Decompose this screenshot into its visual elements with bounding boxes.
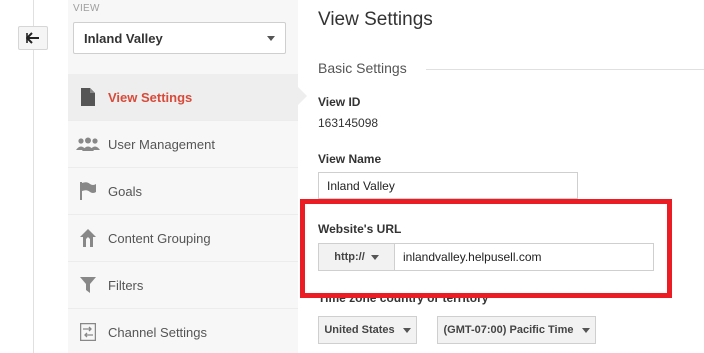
timezone-value: (GMT-07:00) Pacific Time (443, 324, 574, 336)
timezone-select[interactable]: (GMT-07:00) Pacific Time (437, 316, 596, 344)
filter-icon (68, 262, 108, 309)
view-id-value: 163145098 (318, 116, 379, 130)
nav-item-filters[interactable]: Filters (68, 262, 298, 309)
view-name-input[interactable]: Inland Valley (318, 172, 578, 199)
protocol-value: http:// (334, 251, 365, 263)
view-selector-value: Inland Valley (84, 30, 163, 46)
website-url-label: Website's URL (318, 222, 402, 236)
active-item-pointer (298, 87, 307, 105)
nav-item-content-grouping[interactable]: Content Grouping (68, 215, 298, 262)
admin-nav-panel: VIEW Inland Valley View Settings User Ma… (68, 0, 298, 353)
view-column-label: VIEW (73, 3, 100, 14)
users-icon (68, 121, 108, 168)
nav-item-view-settings[interactable]: View Settings (68, 74, 298, 121)
view-selector[interactable]: Inland Valley (73, 22, 286, 54)
page-title: View Settings (318, 9, 433, 30)
section-divider (426, 69, 704, 70)
caret-down-icon (370, 254, 379, 260)
protocol-select[interactable]: http:// (318, 243, 395, 271)
grouping-icon (68, 215, 108, 262)
website-url-input[interactable]: inlandvalley.helpusell.com (395, 243, 654, 271)
nav-item-label: View Settings (108, 89, 193, 105)
channel-icon (68, 309, 108, 353)
left-rail-line (33, 0, 34, 353)
nav-item-label: User Management (108, 136, 215, 152)
country-select[interactable]: United States (318, 316, 417, 344)
nav-item-label: Content Grouping (108, 230, 211, 246)
nav-item-goals[interactable]: Goals (68, 168, 298, 215)
caret-down-icon (267, 35, 275, 41)
nav-item-label: Filters (108, 277, 144, 293)
nav-item-label: Channel Settings (108, 324, 208, 340)
document-icon (68, 74, 108, 121)
nav-item-channel-settings[interactable]: Channel Settings (68, 309, 298, 353)
arrow-left-icon (26, 32, 39, 44)
flag-icon (68, 168, 108, 215)
view-id-label: View ID (318, 95, 361, 109)
caret-down-icon (581, 327, 590, 333)
caret-down-icon (402, 327, 411, 333)
back-button[interactable] (18, 26, 48, 50)
nav-item-label: Goals (108, 183, 142, 199)
view-name-label: View Name (318, 152, 382, 166)
country-value: United States (324, 324, 395, 336)
nav-item-user-management[interactable]: User Management (68, 121, 298, 168)
section-title: Basic Settings (318, 60, 407, 76)
timezone-label: Time zone country or territory (318, 291, 489, 305)
